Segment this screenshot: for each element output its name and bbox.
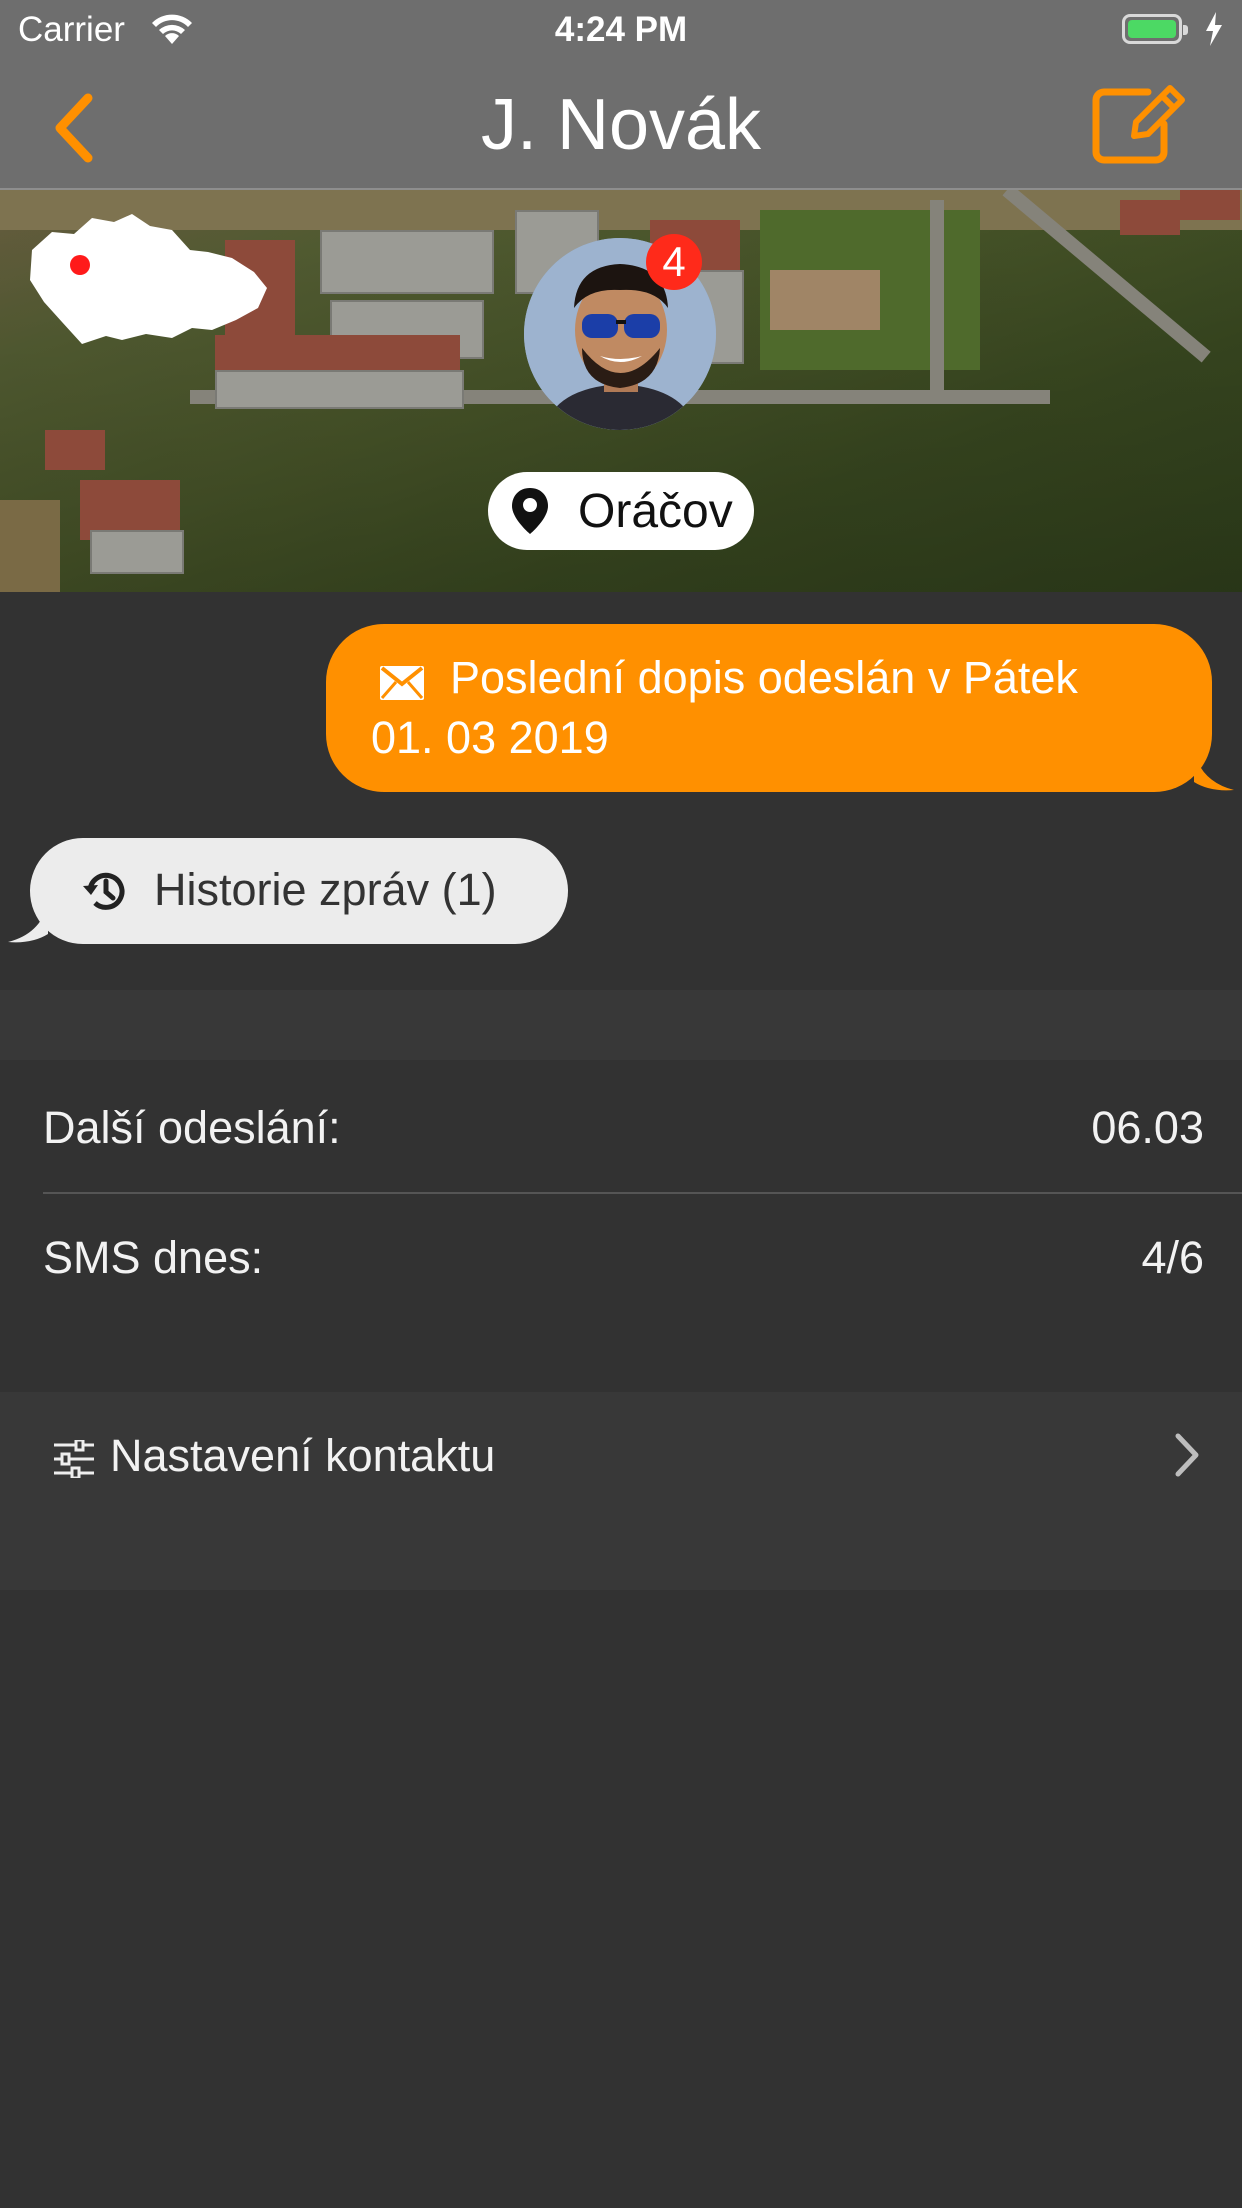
bubble-tail (8, 904, 48, 943)
sliders-icon (54, 1440, 94, 1478)
sms-today-label: SMS dnes: (43, 1232, 264, 1283)
sms-today-row: SMS dnes: 4/6 (0, 1194, 1242, 1322)
navigation-bar: J. Novák (0, 62, 1242, 190)
next-send-row: Další odeslání: 06.03 (0, 1062, 1242, 1192)
message-history-button[interactable]: Historie zpráv (1) (8, 838, 568, 944)
notification-badge: 4 (646, 234, 702, 290)
last-letter-bubble[interactable]: Poslední dopis odeslán v Pátek 01. 03 20… (326, 624, 1234, 792)
location-pill[interactable]: Oráčov (488, 472, 754, 550)
location-pin-icon (512, 488, 548, 534)
czech-map-icon (30, 214, 267, 344)
location-label: Oráčov (578, 485, 733, 538)
history-icon (83, 872, 125, 910)
next-send-label: Další odeslání: (43, 1102, 341, 1153)
page-title: J. Novák (480, 85, 762, 165)
next-send-value: 06.03 (1091, 1102, 1204, 1153)
message-history-label: Historie zpráv (1) (154, 864, 497, 915)
section-spacer (0, 1322, 1242, 1392)
header-background-image: 4 Oráčov (0, 190, 1242, 592)
compose-button[interactable] (1090, 80, 1190, 170)
charging-bolt-icon (1206, 12, 1222, 46)
contact-settings-label: Nastavení kontaktu (110, 1430, 496, 1481)
last-letter-text: Poslední dopis odeslán v Pátek (450, 652, 1078, 703)
bubble-tail (1194, 752, 1234, 791)
section-spacer (0, 990, 1242, 1060)
compose-icon (1092, 85, 1185, 164)
status-bar: Carrier 4:24 PM (0, 0, 1242, 62)
status-time: 4:24 PM (554, 10, 688, 49)
mail-icon (380, 666, 424, 700)
last-letter-date: 01. 03 2019 (371, 712, 609, 763)
contact-settings-row[interactable]: Nastavení kontaktu (0, 1392, 1242, 1520)
sms-today-value: 4/6 (1141, 1232, 1204, 1283)
battery-icon (1122, 14, 1188, 44)
chevron-right-icon (1175, 1433, 1199, 1477)
section-spacer (0, 1520, 1242, 1590)
